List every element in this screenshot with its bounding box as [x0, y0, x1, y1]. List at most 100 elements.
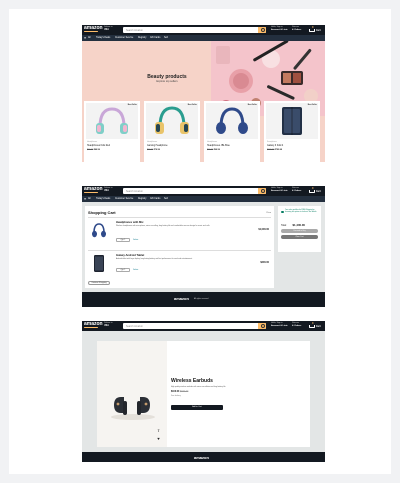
current-price: $799.99: [274, 149, 283, 151]
item-price: $200.00: [260, 261, 269, 264]
delete-link[interactable]: Delete: [133, 239, 138, 241]
cart-icon: [309, 324, 315, 328]
account-menu[interactable]: Hello, Sign in Account & Lists: [271, 26, 288, 32]
subnav-item-sell[interactable]: Sell: [164, 198, 168, 200]
free-shipping-note: Your order qualifies for FREE Shipping b…: [285, 210, 317, 214]
orders-link[interactable]: Returns & Orders: [292, 322, 301, 328]
delete-link[interactable]: Delete: [133, 269, 138, 271]
cart-count: 0: [312, 187, 314, 190]
orders-top: Returns: [292, 322, 300, 324]
item-name[interactable]: Headphones with Mic: [116, 221, 143, 224]
logo-smile: [84, 31, 98, 32]
product-name[interactable]: Headphones JBL Blue: [207, 145, 230, 147]
search-icon[interactable]: [258, 27, 266, 33]
home-screen: amazon Deliver to USA Search Amazon Hello…: [82, 25, 325, 162]
add-to-cart-button[interactable]: Add to Cart: [171, 405, 223, 410]
best-seller-badge: Best Seller: [127, 104, 137, 106]
subnav-item-deals[interactable]: Today's Deals: [96, 37, 110, 39]
cart-label: Cart: [316, 325, 321, 328]
footer: amazon All rights reserved: [82, 292, 325, 307]
cart-icon: [309, 189, 315, 193]
logo-smile: [84, 327, 98, 328]
heart-icon[interactable]: ♥: [156, 436, 161, 441]
orders-link[interactable]: Returns & Orders: [292, 26, 301, 32]
menu-icon[interactable]: ☰: [84, 198, 86, 201]
old-price: $99.99: [87, 149, 94, 151]
current-price: $49.99: [93, 149, 100, 151]
account-greeting: Hello, Sign in: [271, 187, 283, 189]
deliver-to[interactable]: Deliver to USA: [104, 322, 112, 328]
deliver-to[interactable]: Deliver to USA: [104, 26, 112, 32]
subnav-item-service[interactable]: Customer Service: [115, 198, 133, 200]
subnav-item-sell[interactable]: Sell: [164, 37, 168, 39]
subnav-item-giftcards[interactable]: Gift Cards: [150, 37, 160, 39]
subnav-item-all[interactable]: All: [88, 37, 91, 39]
divider: [88, 250, 271, 251]
product-name[interactable]: Headphones Kids Red: [87, 145, 110, 147]
cart-count: 0: [312, 26, 314, 29]
search-input[interactable]: Search Amazon: [126, 325, 143, 328]
deliver-location: USA: [104, 190, 109, 192]
quantity-selector[interactable]: Qty: 1: [116, 268, 130, 272]
account-menu[interactable]: Hello, Sign in Account & Lists: [271, 187, 288, 193]
account-greeting: Hello, Sign in: [271, 26, 283, 28]
share-icon[interactable]: ⇪: [156, 428, 161, 433]
footer-logo[interactable]: amazon: [194, 455, 209, 460]
product-card[interactable]: Best Seller Headphones Gaming Headphone …: [144, 101, 200, 162]
search-bar[interactable]: Search Amazon: [123, 323, 266, 329]
cart-button[interactable]: 0 Cart: [309, 322, 321, 330]
product-price: $99.99 $99.99: [207, 149, 220, 151]
product-name[interactable]: Galaxy Z Fold 4: [267, 145, 283, 147]
product-card[interactable]: Best Seller Headphones Headphones Kids R…: [84, 101, 140, 162]
product-price: $99.99 $49.99: [87, 149, 100, 151]
orders-label: & Orders: [292, 190, 302, 192]
subnav-item-service[interactable]: Customer Service: [115, 37, 133, 39]
product-card[interactable]: Best Seller Headphones Headphones JBL Bl…: [204, 101, 260, 162]
cart-button[interactable]: 0 Cart: [309, 187, 321, 195]
product-card[interactable]: Best Seller Smartphone Galaxy Z Fold 4 $…: [264, 101, 320, 162]
subnav-item-giftcards[interactable]: Gift Cards: [150, 198, 160, 200]
menu-icon[interactable]: ☰: [84, 37, 86, 40]
subnav-item-registry[interactable]: Registry: [138, 37, 146, 39]
best-seller-badge: Best Seller: [307, 104, 317, 106]
subnav-item-all[interactable]: All: [88, 198, 91, 200]
product-category: Headphones: [207, 141, 218, 143]
clear-cart-button[interactable]: Clear Cart: [281, 235, 318, 239]
account-greeting: Hello, Sign in: [271, 322, 283, 324]
product-name[interactable]: Gaming Headphone: [147, 145, 168, 147]
quantity-selector[interactable]: Qty: 1: [116, 238, 130, 242]
subnav-item-registry[interactable]: Registry: [138, 198, 146, 200]
cart-button[interactable]: 0 Cart: [309, 26, 321, 34]
cart-icon: [309, 28, 315, 32]
search-icon[interactable]: [258, 323, 266, 329]
item-image[interactable]: [89, 221, 109, 241]
cart-panel: Shopping Cart Price Headphones with Mic …: [85, 206, 274, 288]
current-price: $99.99: [213, 149, 220, 151]
continue-shopping-button[interactable]: Continue Shopping: [88, 281, 110, 285]
deliver-to[interactable]: Deliver to USA: [104, 187, 112, 193]
total-label: Total:: [281, 225, 287, 227]
account-menu[interactable]: Hello, Sign in Account & Lists: [271, 322, 288, 328]
top-nav: amazon Deliver to USA Search Amazon Hello…: [82, 321, 325, 331]
item-image[interactable]: [89, 254, 109, 274]
orders-label: & Orders: [292, 29, 302, 31]
best-seller-badge: Best Seller: [247, 104, 257, 106]
search-input[interactable]: Search Amazon: [126, 190, 143, 193]
subnav-item-deals[interactable]: Today's Deals: [96, 198, 110, 200]
orders-link[interactable]: Returns & Orders: [292, 187, 301, 193]
checkout-button[interactable]: Proceed to Buy: [281, 229, 318, 233]
subtotal: Total: $1,400.00: [281, 223, 305, 227]
cart-count: 0: [312, 322, 314, 325]
product-image: [86, 103, 138, 139]
item-name[interactable]: Galaxy Android Tablet: [116, 254, 144, 257]
old-price: $150.00: [179, 391, 189, 393]
footer-logo[interactable]: amazon: [174, 296, 189, 301]
search-bar[interactable]: Search Amazon: [123, 27, 266, 33]
orders-label: & Orders: [292, 325, 302, 327]
product-category: Headphones: [147, 141, 158, 143]
search-icon[interactable]: [258, 188, 266, 194]
search-bar[interactable]: Search Amazon: [123, 188, 266, 194]
showcase-card: amazon Deliver to USA Search Amazon Hello…: [9, 9, 391, 474]
search-input[interactable]: Search Amazon: [126, 29, 143, 32]
old-price: $999.99: [267, 149, 275, 151]
